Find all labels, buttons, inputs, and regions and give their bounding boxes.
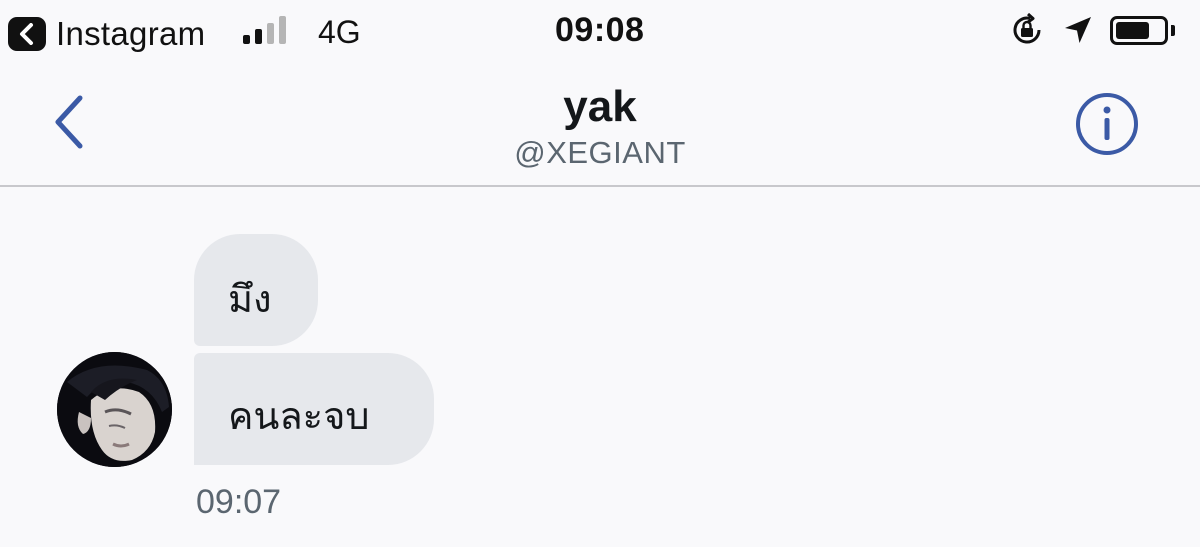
- status-bar: Instagram 4G 09:08: [0, 0, 1200, 62]
- back-app-icon: [8, 17, 46, 51]
- conversation-header: yak @XEGIANT: [0, 62, 1200, 187]
- conversation-title: yak: [563, 82, 637, 131]
- battery-level: [1116, 22, 1150, 39]
- message-bubble[interactable]: คนละจบ: [194, 353, 434, 465]
- signal-strength-icon: [243, 16, 286, 44]
- back-app-label: Instagram: [56, 15, 206, 52]
- orientation-lock-icon: [1013, 13, 1041, 44]
- message-thread: มึง คนละจบ 09:07: [0, 189, 1200, 547]
- battery-icon: [1110, 16, 1168, 45]
- status-time: 09:08: [555, 11, 645, 49]
- back-to-app-button[interactable]: Instagram: [8, 15, 205, 53]
- location-arrow-icon: [1065, 17, 1091, 43]
- conversation-username: @XEGIANT: [514, 135, 686, 170]
- network-type: 4G: [318, 14, 361, 50]
- avatar[interactable]: [57, 352, 172, 467]
- avatar-image: [57, 352, 172, 467]
- message-timestamp: 09:07: [196, 483, 282, 521]
- battery-tip: [1171, 25, 1175, 36]
- info-icon[interactable]: [1075, 92, 1139, 156]
- message-bubble[interactable]: มึง: [194, 234, 318, 346]
